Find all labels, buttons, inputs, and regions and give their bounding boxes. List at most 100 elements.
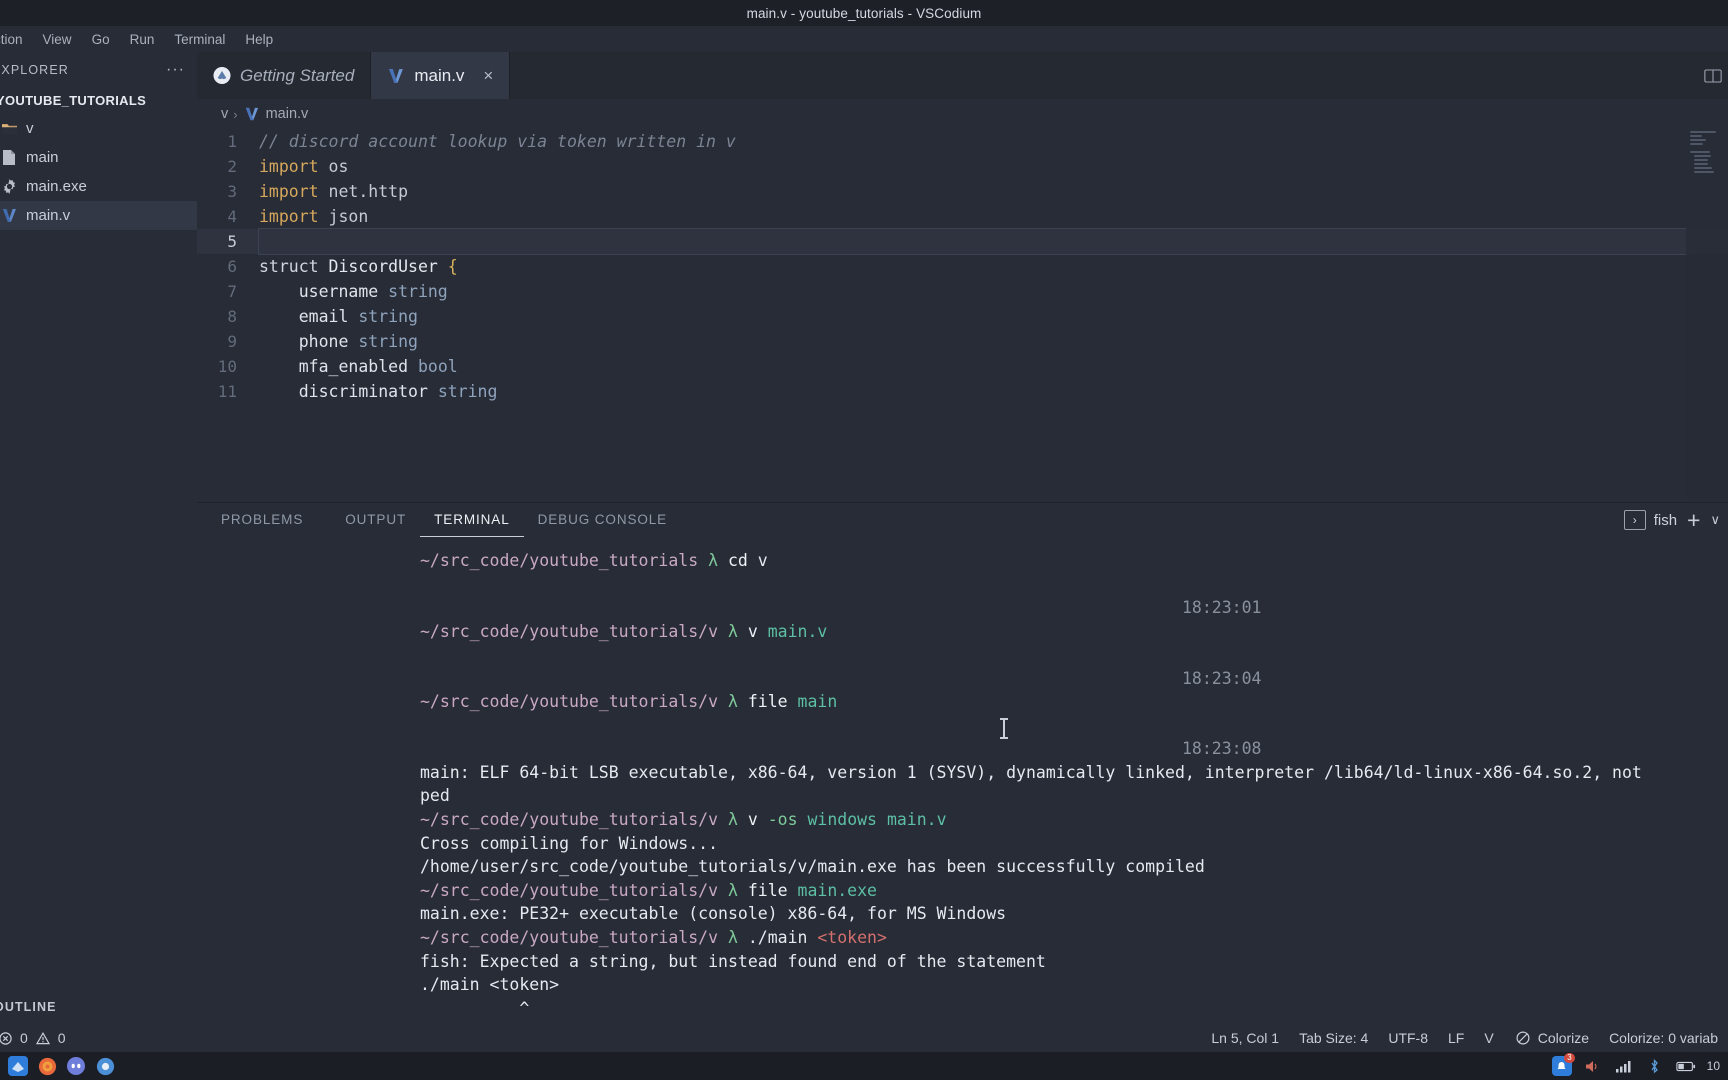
menu-item-go[interactable]: Go [82,29,120,50]
line-number: 2 [227,157,237,176]
menu-item-selection[interactable]: ction [0,29,33,50]
code-line[interactable]: 5 [197,228,1728,255]
panel-tab-debug-console[interactable]: DEBUG CONSOLE [524,503,681,537]
menu-item-view[interactable]: View [33,29,82,50]
tree-item-main-v[interactable]: main.v [0,201,197,230]
terminal-segment: -os [767,809,798,829]
terminal-segment: v [747,621,758,641]
colorize-label: Colorize [1537,1030,1590,1046]
tab-getting-started[interactable]: Getting Started [197,52,372,99]
status-colorize[interactable]: Colorize [1514,1029,1589,1047]
code-line[interactable]: 4 import json [197,204,1728,229]
terminal-segment: fish: Expected a string, but instead fou… [420,951,1046,971]
app-icon-firefox[interactable] [37,1056,57,1076]
terminal-line: ~/src_code/youtube_tutorials λ cd v [197,549,1728,596]
volume-icon[interactable] [1583,1056,1603,1076]
line-number: 3 [227,182,237,201]
status-colorize-variables[interactable]: Colorize: 0 variab [1609,1030,1718,1046]
outline-section-header[interactable]: OUTLINE [0,990,197,1024]
terminal-segment: Cross compiling for Windows... [420,833,719,853]
code-line[interactable]: 1 // discord account lookup via token wri… [197,129,1728,154]
panel-tab-terminal[interactable]: TERMINAL [420,503,524,537]
terminal-timestamp: 18:23:01 [1182,598,1262,617]
minimap[interactable] [1686,129,1728,502]
terminal-segment: λ [698,551,728,570]
panel-tab-output[interactable]: OUTPUT [331,503,420,537]
tree-item-main-exe[interactable]: main.exe [0,172,197,201]
terminal-segment: main: ELF 64-bit LSB executable, x86-64,… [420,762,1642,782]
line-number: 11 [217,382,237,401]
chevron-down-icon[interactable]: ∨ [1710,512,1720,528]
status-problems[interactable]: 0 0 [0,1029,66,1047]
terminal-segment: gsfdgsfgfsd [807,1022,926,1024]
status-encoding[interactable]: UTF-8 [1388,1030,1428,1046]
explorer-more-actions-icon[interactable]: ··· [166,61,185,77]
terminal-segment: v [747,551,768,570]
status-cursor-position[interactable]: Ln 5, Col 1 [1211,1030,1279,1046]
network-signal-icon[interactable] [1614,1056,1634,1076]
terminal-segment [788,692,798,711]
terminal-segment [877,810,887,829]
bluetooth-icon[interactable] [1645,1056,1665,1076]
panel-tab-problems[interactable]: PROBLEMS [221,503,317,537]
close-icon[interactable]: × [483,66,493,86]
code-line[interactable]: 2 import os [197,154,1728,179]
error-icon [0,1029,14,1047]
terminal-segment [758,810,768,829]
code-line[interactable]: 7 username string [197,279,1728,304]
menu-item-run[interactable]: Run [120,29,165,50]
terminal-segment: λ [718,809,748,829]
explorer-title: EXPLORER [0,62,69,77]
terminal-segment [788,881,798,900]
menu-item-terminal[interactable]: Terminal [164,29,235,50]
line-number: 5 [227,232,237,251]
code-line[interactable]: 6 struct DiscordUser { [197,254,1728,279]
terminal-segment: main [797,692,838,712]
terminal-line: ~/src_code/youtube_tutorials/v λ v main.… [197,620,1728,667]
code-line[interactable]: 10 mfa_enabled bool [197,354,1728,379]
project-root-label[interactable]: YOUTUBE_TUTORIALS [0,87,197,114]
line-number: 7 [227,282,237,301]
code-editor[interactable]: 1 // discord account lookup via token wri… [197,129,1728,502]
code-line[interactable]: 11 discriminator string [197,379,1728,404]
breadcrumb-file[interactable]: main.v [266,106,309,122]
split-editor-icon[interactable] [1704,67,1722,85]
status-eol[interactable]: LF [1448,1030,1464,1046]
line-number: 10 [217,357,237,376]
file-icon [0,149,18,167]
line-number: 6 [227,257,237,276]
code-line[interactable]: 8 email string [197,304,1728,329]
tab-main-v[interactable]: main.v × [371,52,511,99]
terminal-line: 18:23:01 [197,596,1728,620]
terminal-segment: file [747,880,788,900]
app-icon-vscodium[interactable] [8,1056,28,1076]
new-terminal-icon[interactable]: + [1687,509,1700,532]
code-line[interactable]: 9 phone string [197,329,1728,354]
terminal-timestamp: 18:23:04 [1182,668,1262,688]
terminal-segment [807,928,817,947]
line-number: 8 [227,307,237,326]
status-language-mode[interactable]: V [1484,1030,1493,1046]
terminal-segment: ~/src_code/youtube_tutorials/v [420,809,719,829]
terminal-segment: λ [718,880,748,900]
terminal-line: 18:23:08 [197,737,1728,761]
battery-icon[interactable] [1676,1056,1696,1076]
code-text: mfa_enabled bool [259,357,458,376]
app-icon-chromium[interactable] [95,1056,115,1076]
notification-count: 3 [1564,1053,1575,1063]
tree-item-main[interactable]: main [0,143,197,172]
code-line[interactable]: 3 import net.http [197,179,1728,204]
status-tab-size[interactable]: Tab Size: 4 [1299,1030,1368,1046]
terminal-segment: ~/src_code/youtube_tutorials/v [420,927,719,947]
outline-label: OUTLINE [0,1000,57,1014]
breadcrumb: v › main.v [197,99,1728,129]
clock-label[interactable]: 10 [1707,1059,1720,1073]
app-icon-discord[interactable] [66,1056,86,1076]
menu-item-help[interactable]: Help [235,29,283,50]
tree-item-v-folder[interactable]: v [0,114,197,143]
notification-badge-icon[interactable]: 3 [1551,1053,1575,1076]
terminal-segment: main.v [886,809,947,829]
terminal-output[interactable]: ~/src_code/youtube_tutorials λ cd v 18:23… [197,537,1728,1024]
terminal-shell-selector[interactable]: › fish [1623,510,1677,530]
breadcrumb-folder[interactable]: v [221,106,228,122]
